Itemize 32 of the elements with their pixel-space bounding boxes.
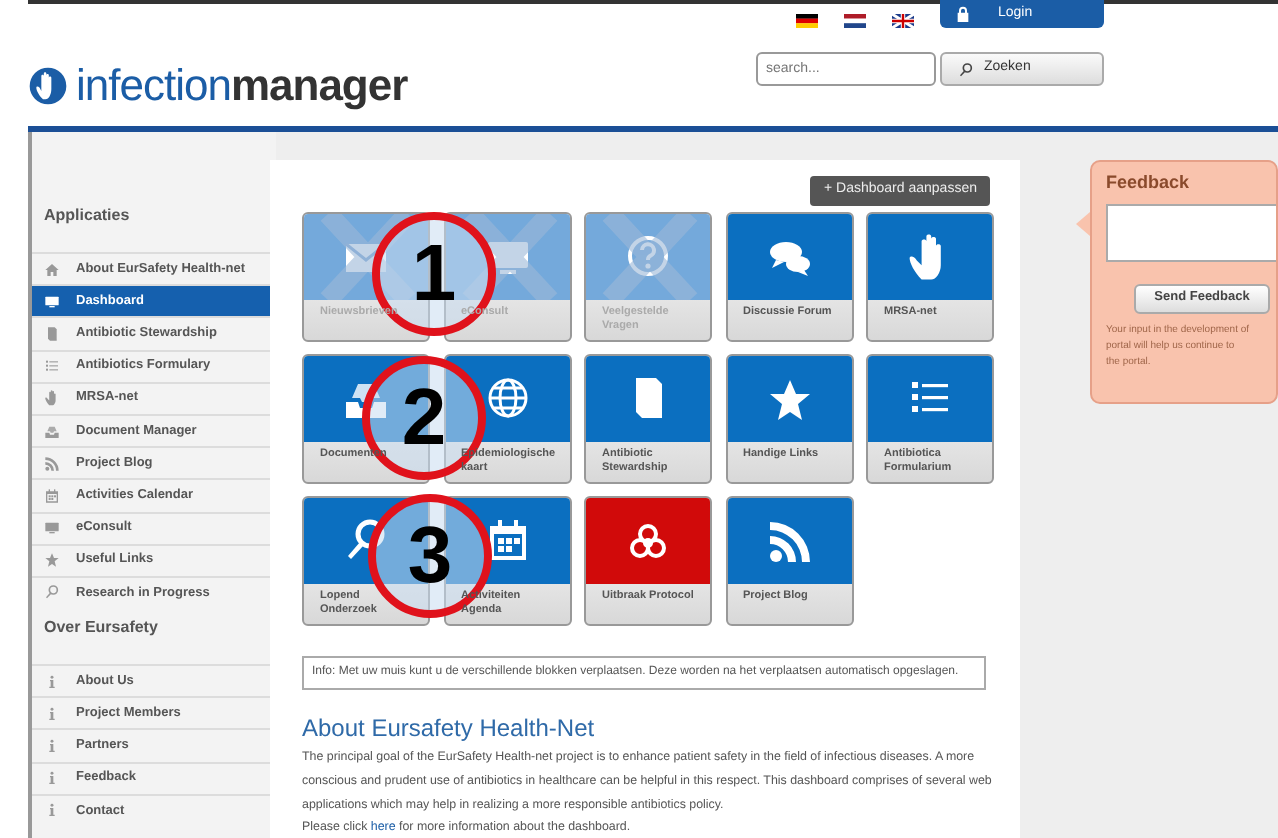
checklist-icon (44, 358, 60, 375)
section-heading: About Eursafety Health-Net (302, 714, 595, 743)
sidebar-heading: Applicaties (42, 204, 132, 228)
monitor-icon (44, 520, 60, 537)
question-icon (624, 232, 672, 281)
feedback-title: Feedback (1106, 170, 1192, 196)
monitor-icon (44, 293, 60, 310)
globe-icon (483, 374, 531, 423)
logo-text: infectionmanager (76, 60, 408, 110)
dutch-flag-icon[interactable] (844, 14, 866, 28)
info-icon (44, 738, 60, 755)
book-icon (44, 325, 60, 342)
british-flag-icon[interactable] (892, 14, 914, 28)
inbox-icon (44, 423, 60, 440)
hand-logo-icon (28, 65, 68, 105)
info-icon (44, 802, 60, 819)
info-icon (44, 673, 60, 690)
lock-icon (956, 6, 970, 22)
star-icon (765, 375, 813, 423)
search-icon (958, 61, 974, 77)
search-icon (44, 584, 60, 601)
house-icon (44, 261, 60, 278)
rss-icon (44, 455, 60, 472)
info-icon (44, 705, 60, 722)
info-icon (44, 770, 60, 787)
sidebar-heading: Over Eursafety (42, 616, 160, 641)
hand-icon (44, 390, 60, 407)
calendar-icon (44, 487, 60, 504)
feedback-field[interactable] (1106, 203, 1276, 261)
star-icon (44, 552, 60, 569)
rss-icon (765, 517, 813, 565)
german-flag-icon[interactable] (796, 14, 818, 28)
